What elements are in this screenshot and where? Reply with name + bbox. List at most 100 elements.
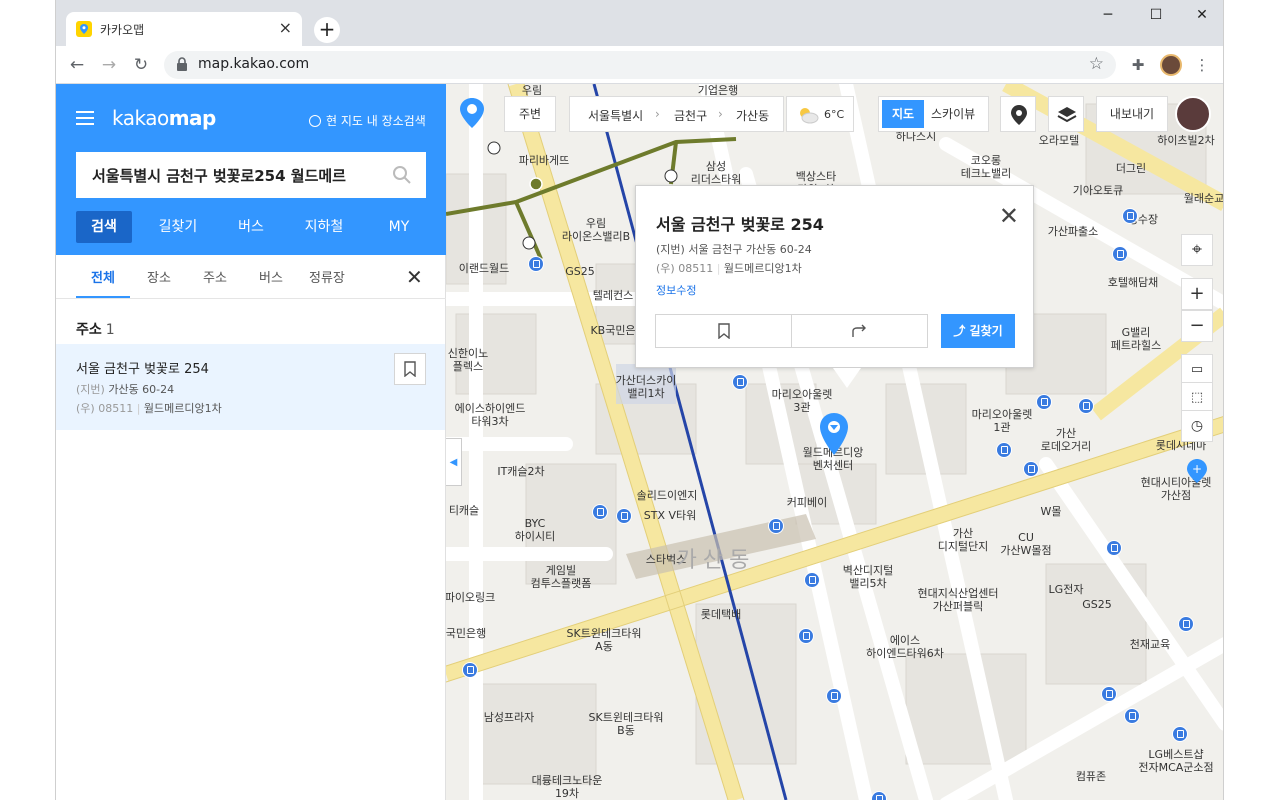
info-bookmark-button[interactable] [656, 315, 792, 347]
bus-stop-icon[interactable] [804, 572, 820, 588]
tab-bus[interactable]: 버스 [226, 211, 276, 243]
new-tab-button[interactable]: + [314, 17, 340, 43]
map-poi-label[interactable]: 커피베이 [787, 496, 827, 509]
map-poi-label[interactable]: 남성프라자 [484, 711, 535, 724]
map-poi-label[interactable]: W몰 [1041, 505, 1062, 518]
bus-stop-icon[interactable] [871, 791, 887, 800]
user-avatar[interactable] [1175, 96, 1211, 132]
crumb-dong[interactable]: 가산동 [736, 107, 769, 124]
filter-address[interactable]: 주소 [203, 267, 227, 286]
map-poi-label[interactable]: 국민은행 [446, 627, 486, 640]
share-button[interactable] [793, 315, 928, 347]
map-poi-label[interactable]: 티캐슬 [449, 504, 479, 517]
map-poi-label[interactable]: 벽산디지털 밸리5차 [843, 564, 894, 590]
map-poi-label[interactable]: 파이오링크 [446, 591, 495, 604]
reload-icon[interactable]: ↻ [130, 54, 152, 76]
bus-stop-icon[interactable] [1172, 726, 1188, 742]
bus-stop-icon[interactable] [732, 374, 748, 390]
bus-stop-icon[interactable] [826, 688, 842, 704]
tab-search[interactable]: 검색 [76, 211, 132, 243]
map-poi-label[interactable]: LG베스트샵 전자MCA군소점 [1138, 748, 1213, 774]
map-poi-label[interactable]: G밸리 페트라힐스 [1111, 326, 1162, 352]
roadview-button[interactable] [1000, 96, 1036, 132]
weather-widget[interactable]: 6°C [786, 96, 854, 132]
map-type-normal[interactable]: 지도 [882, 100, 924, 128]
bus-stop-icon[interactable] [798, 628, 814, 644]
map-poi-label[interactable]: 롯데택배 [701, 608, 741, 621]
add-place-icon[interactable]: + [1181, 458, 1213, 490]
filter-all[interactable]: 전체 [91, 267, 115, 286]
bus-stop-icon[interactable] [462, 662, 478, 678]
map-poi-label[interactable]: 기아오토큐 [1073, 184, 1124, 197]
info-close-icon[interactable]: ✕ [999, 204, 1019, 228]
forward-arrow-icon[interactable]: → [98, 54, 120, 76]
map-poi-label[interactable]: 가산 디지털단지 [938, 527, 989, 553]
map-poi-label[interactable]: 컴퓨존 [1076, 770, 1106, 783]
hamburger-menu-icon[interactable] [76, 111, 94, 125]
kakaomap-logo[interactable]: kakaomap [112, 106, 216, 130]
bookmark-button[interactable] [394, 353, 426, 385]
crumb-gu[interactable]: 금천구 [674, 107, 707, 124]
map-poi-label[interactable]: GS25 [565, 265, 595, 278]
extensions-puzzle-icon[interactable]: ✚ [1128, 55, 1148, 75]
map-poi-label[interactable]: BYC 하이시티 [515, 517, 555, 543]
map-poi-label[interactable]: 더그린 [1116, 162, 1146, 175]
current-location-icon[interactable]: ⌖ [1181, 234, 1213, 266]
map-poi-label[interactable]: 마리오아울렛 1관 [972, 408, 1033, 434]
browser-tab[interactable]: 카카오맵 × [66, 12, 302, 46]
crumb-city[interactable]: 서울특별시 [588, 107, 643, 124]
map-poi-label[interactable]: SK트윈테크타워 A동 [567, 627, 642, 653]
map-poi-label[interactable]: 파리바게뜨 [519, 154, 570, 167]
map-poi-label[interactable]: 호텔해담채 [1108, 276, 1159, 289]
filter-place[interactable]: 장소 [147, 267, 171, 286]
map-poi-label[interactable]: 가산더스카이 밸리1차 [616, 374, 677, 400]
map-poi-label[interactable]: STX V타워 [644, 509, 697, 522]
tab-close-icon[interactable]: × [279, 19, 292, 37]
close-results-icon[interactable]: ✕ [406, 265, 423, 289]
map-poi-label[interactable]: GS25 [1082, 598, 1112, 611]
tab-my[interactable]: MY [374, 211, 424, 243]
map-poi-label[interactable]: 가산 로데오거리 [1041, 427, 1092, 453]
zoom-out-icon[interactable]: − [1181, 310, 1213, 342]
map-poi-label[interactable]: 게임빌 컴투스플랫폼 [531, 564, 592, 590]
map-poi-label[interactable]: LG전자 [1049, 583, 1084, 596]
filter-stop[interactable]: 정류장 [309, 267, 345, 286]
route-button[interactable]: ⤴ 길찾기 [941, 314, 1015, 348]
bus-stop-icon[interactable] [616, 508, 632, 524]
map-type-skyview[interactable]: 스카이뷰 [931, 100, 975, 128]
bus-stop-icon[interactable] [1106, 540, 1122, 556]
back-arrow-icon[interactable]: ← [66, 54, 88, 76]
filter-bus[interactable]: 버스 [259, 267, 283, 286]
bus-stop-icon[interactable] [1078, 398, 1094, 414]
map-poi-label[interactable]: 솔리드이엔지 [637, 489, 698, 502]
map-poi-label[interactable]: 현대지식산업센터 가산퍼블릭 [918, 587, 999, 613]
address-bar[interactable]: map.kakao.com ☆ [164, 51, 1116, 79]
map-poi-label[interactable]: CU 가산W몰점 [1000, 531, 1051, 557]
result-address[interactable]: 서울 금천구 벚꽃로 254 [76, 358, 209, 377]
zoom-in-icon[interactable]: + [1181, 278, 1213, 310]
collapse-sidebar-button[interactable]: ◀ [446, 438, 462, 486]
map-canvas[interactable]: ◀ 우림기업은행파리바게뜨삼성리더스타워백상스타타워1차코오롱테크노밸리하나스시… [446, 84, 1223, 800]
map-poi-label[interactable]: 월래순교 [1184, 192, 1223, 205]
area-search-toggle[interactable]: 현 지도 내 장소검색 [309, 112, 426, 129]
map-poi-label[interactable]: 가산파출소 [1048, 225, 1099, 238]
map-poi-label[interactable]: 삼성 리더스타워 [691, 160, 742, 186]
map-poi-label[interactable]: 에이스하이엔드 타워3차 [455, 402, 526, 428]
map-poi-label[interactable]: 대륭테크노타운 19차 [532, 774, 603, 800]
profile-avatar[interactable] [1160, 54, 1182, 76]
tab-directions[interactable]: 길찾기 [148, 211, 208, 243]
bus-stop-icon[interactable] [1178, 616, 1194, 632]
my-location-pin-button[interactable] [458, 96, 494, 132]
bus-stop-icon[interactable] [592, 504, 608, 520]
bus-stop-icon[interactable] [768, 518, 784, 534]
address-result-item[interactable]: 서울 금천구 벚꽃로 254 (지번) 가산동 60-24 (우) 08511 … [56, 344, 445, 430]
bookmark-star-icon[interactable]: ☆ [1089, 54, 1104, 74]
map-poi-label[interactable]: 신한이노 플렉스 [448, 347, 488, 373]
map-poi-label[interactable]: 에이스 하이엔드타워6차 [866, 634, 944, 660]
bus-stop-icon[interactable] [1122, 208, 1138, 224]
search-icon[interactable] [392, 165, 412, 185]
edit-info-link[interactable]: 정보수정 [656, 282, 696, 298]
map-poi-label[interactable]: 텔레컨스 [593, 289, 633, 302]
menu-dots-icon[interactable]: ⋮ [1192, 55, 1212, 75]
map-poi-label[interactable]: KB국민은 [590, 324, 635, 337]
